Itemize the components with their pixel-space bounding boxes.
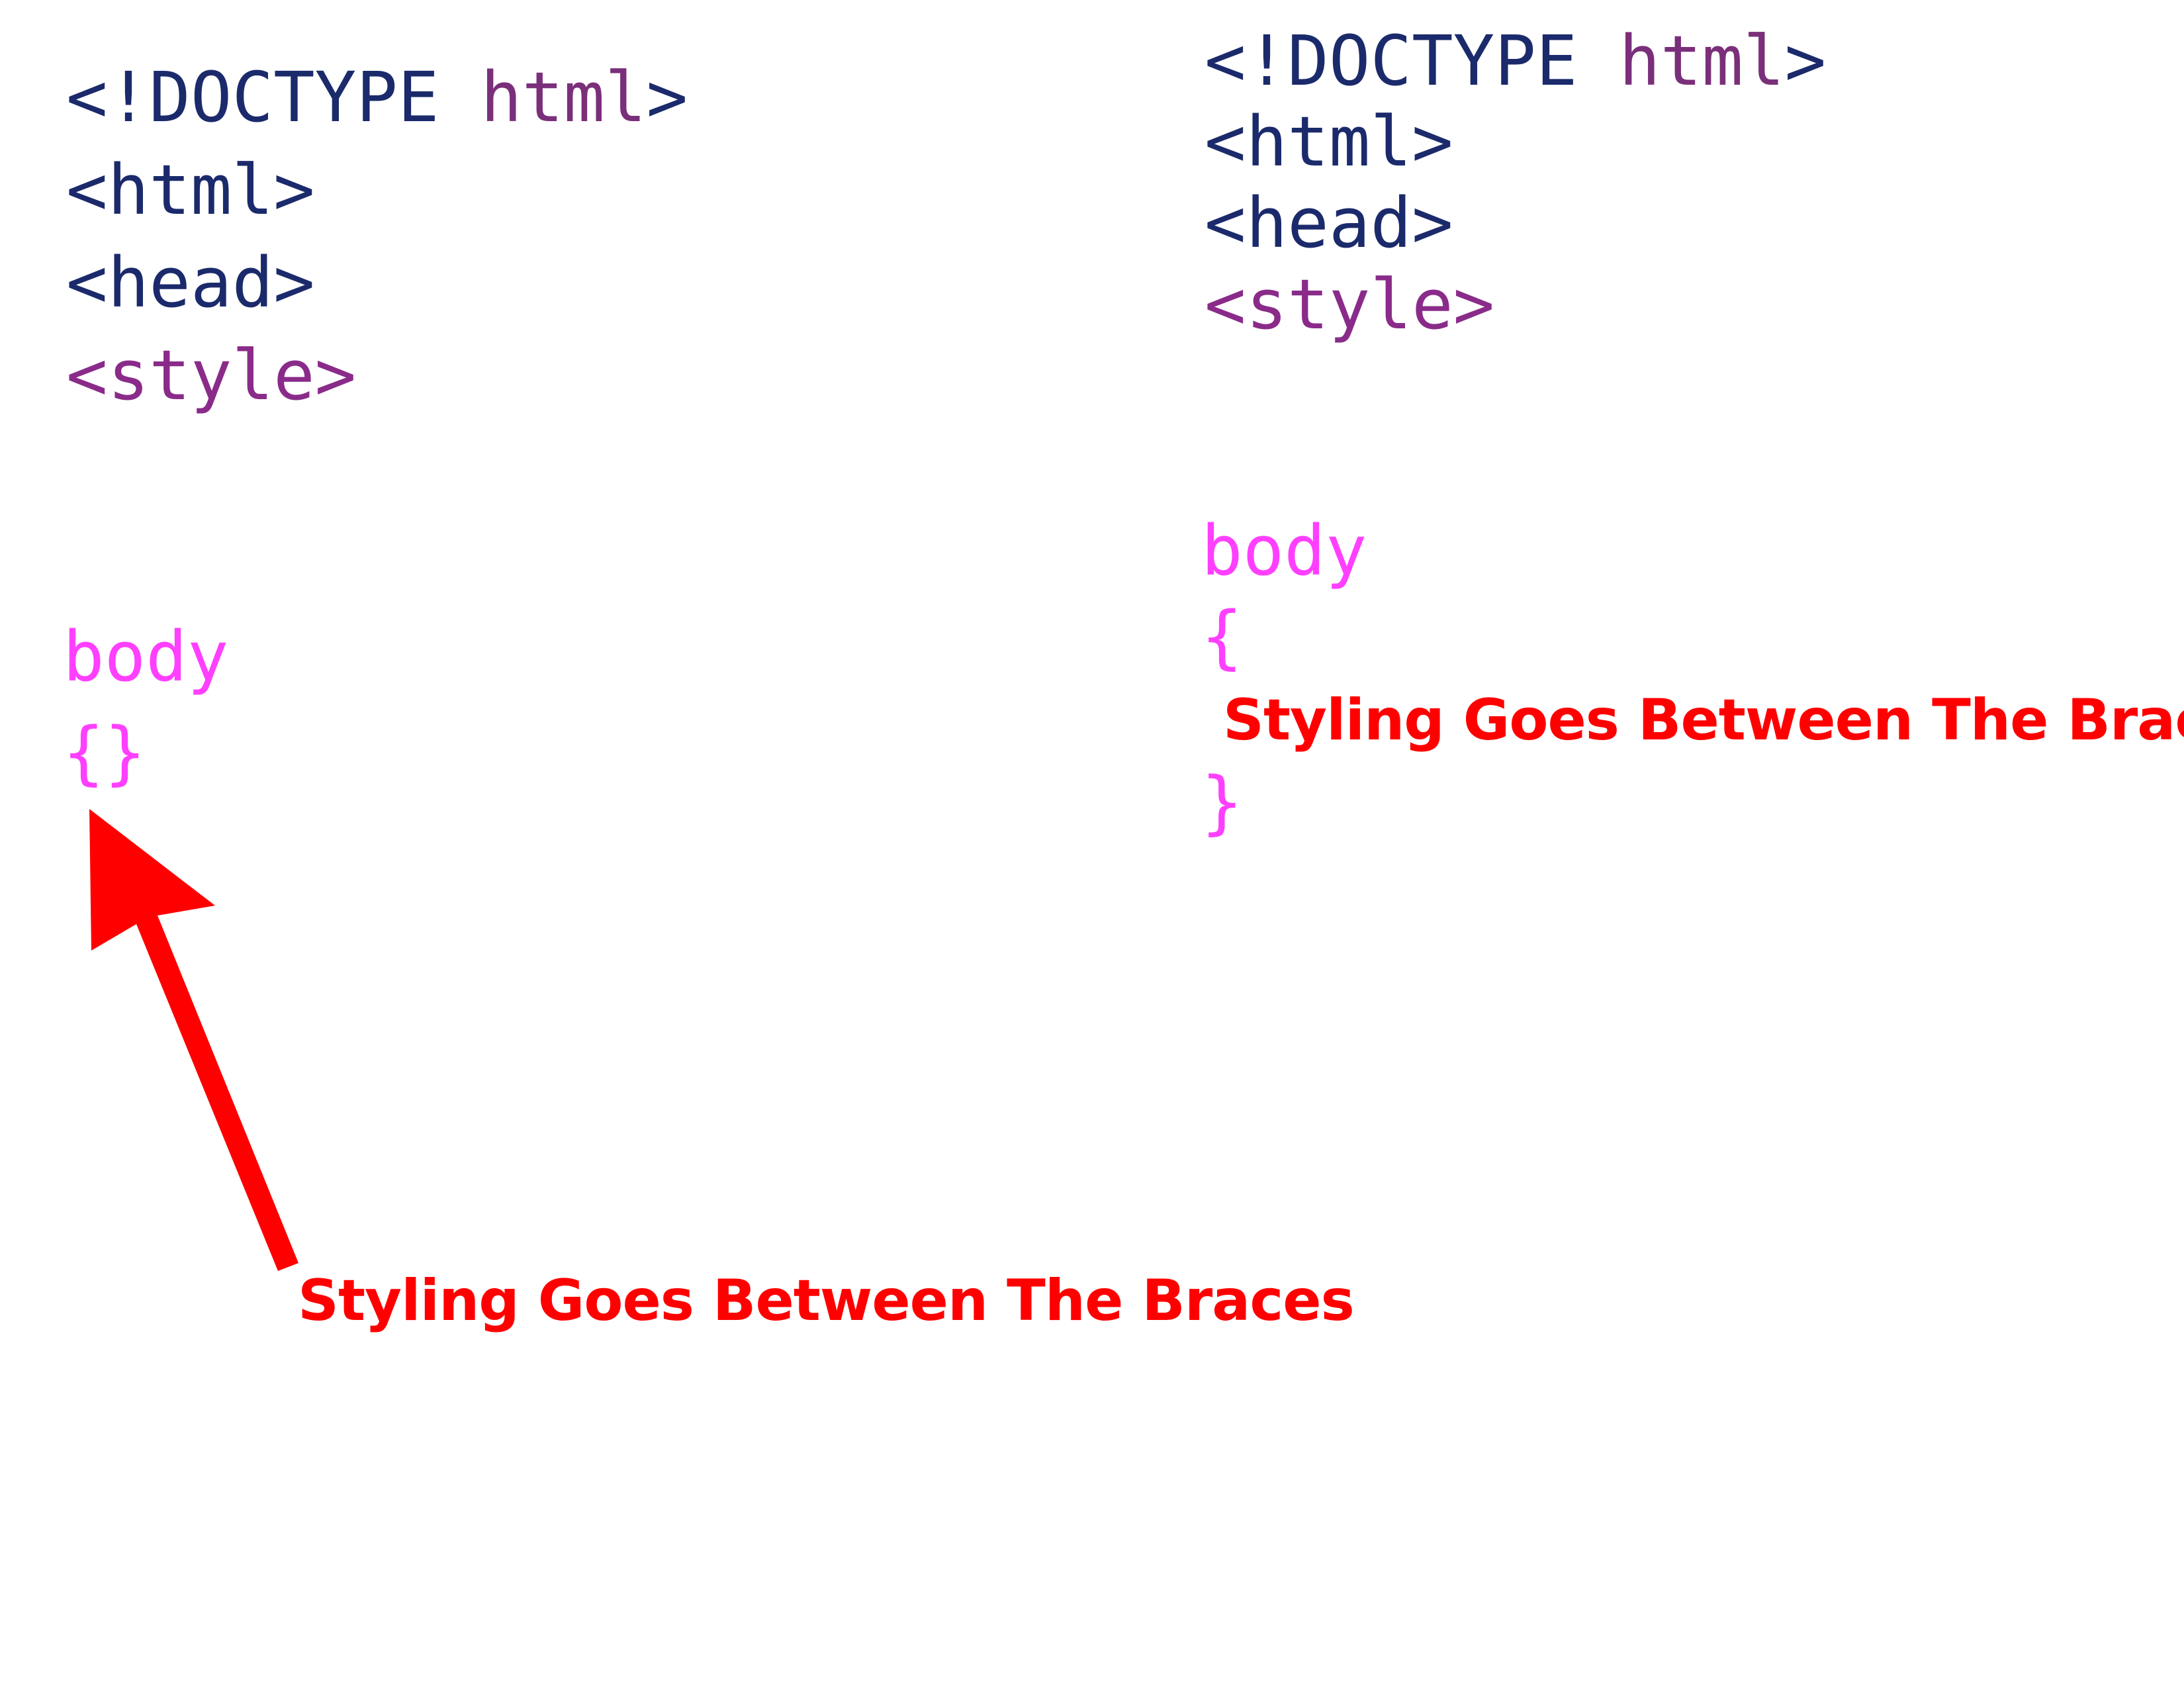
right-style-tag: <style>	[1205, 264, 1495, 345]
right-annotation: Styling Goes Between The Braces	[1223, 687, 2184, 753]
right-close-brace: }	[1201, 762, 1243, 843]
right-doctype-close: >	[1784, 21, 1827, 101]
right-doctype-open: <!DOCTYPE	[1205, 21, 1619, 101]
right-doctype-line: <!DOCTYPE html>	[1205, 26, 1826, 95]
canvas: { "left_panel": { "lines": { "doctype_op…	[0, 0, 2184, 1688]
right-head-tag: <head>	[1205, 183, 1453, 263]
right-open-brace: {	[1201, 596, 1243, 677]
right-body-selector: body	[1201, 510, 1367, 591]
left-annotation: Styling Goes Between The Braces	[298, 1268, 1355, 1334]
right-doctype-keyword: html	[1619, 21, 1785, 101]
red-arrow-icon	[89, 809, 298, 1271]
right-html-tag: <html>	[1205, 101, 1453, 182]
